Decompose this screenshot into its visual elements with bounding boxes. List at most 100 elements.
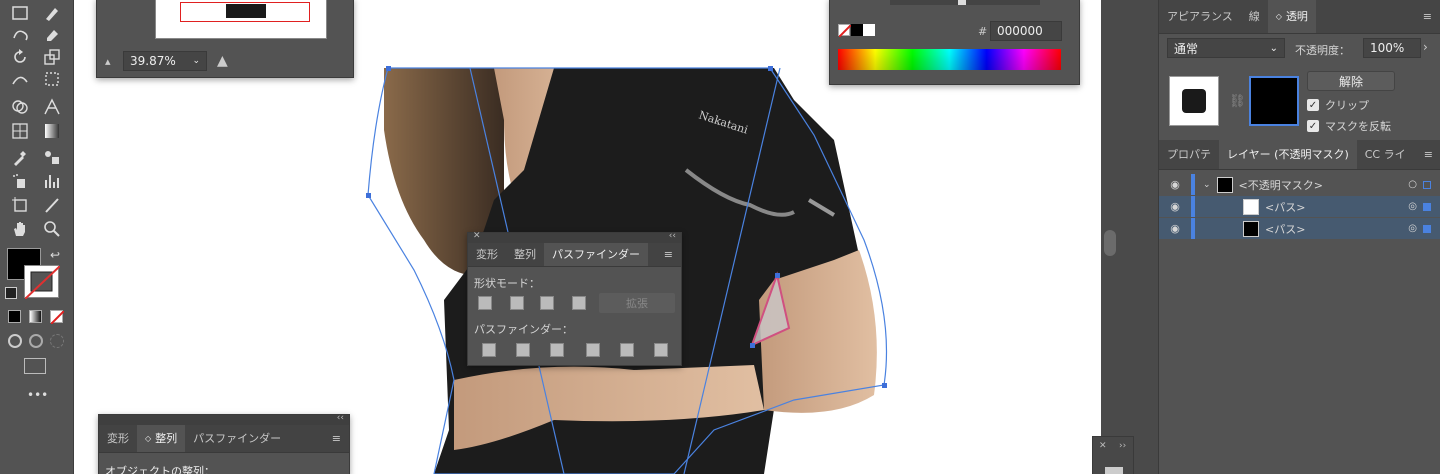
tab-layers[interactable]: レイヤー (不透明マスク)	[1219, 139, 1357, 169]
tab-properties[interactable]: プロパテ	[1159, 139, 1219, 169]
mesh-tool-icon[interactable]	[8, 120, 32, 142]
minus-front-icon[interactable]	[510, 296, 524, 310]
close-icon[interactable]: ✕	[1099, 441, 1107, 451]
zoom-tool-icon[interactable]	[40, 218, 64, 240]
draw-normal-icon[interactable]	[8, 334, 22, 348]
collapse-icon[interactable]: ‹‹	[669, 231, 676, 241]
collapse-icon[interactable]: ‹‹	[337, 413, 344, 423]
screen-mode-icon[interactable]	[24, 358, 46, 374]
tab-pathfinder[interactable]: パスファインダー	[185, 424, 289, 452]
panel-menu-icon[interactable]: ≡	[1415, 0, 1440, 33]
symbol-sprayer-tool-icon[interactable]	[8, 170, 32, 192]
intersect-icon[interactable]	[540, 296, 554, 310]
scale-tool-icon[interactable]	[40, 46, 64, 68]
exclude-icon[interactable]	[572, 296, 586, 310]
mask-thumbnail[interactable]	[1249, 76, 1299, 126]
none-mode-icon[interactable]	[50, 310, 64, 324]
outline-icon[interactable]	[620, 343, 634, 357]
target-icon[interactable]: ◎	[1408, 201, 1417, 212]
checkmark-icon[interactable]: ✓	[1307, 99, 1319, 111]
hand-tool-icon[interactable]	[8, 218, 32, 240]
eraser-tool-icon[interactable]	[40, 24, 64, 46]
clip-checkbox-row[interactable]: ✓ クリップ	[1307, 97, 1369, 113]
gradient-tool-icon[interactable]	[40, 120, 64, 142]
opacity-field[interactable]: 100%	[1363, 38, 1421, 58]
panel-menu-icon[interactable]: ≡	[324, 424, 349, 452]
release-button[interactable]: 解除	[1307, 71, 1395, 91]
paintbrush-tool-icon[interactable]	[40, 2, 64, 24]
minus-back-icon[interactable]	[654, 343, 668, 357]
eye-icon[interactable]: ◉	[1159, 200, 1191, 213]
panel-menu-icon[interactable]: ≡	[656, 242, 681, 266]
trim-icon[interactable]	[516, 343, 530, 357]
tab-transparency[interactable]: ◇ 透明	[1267, 0, 1316, 33]
tab-pathfinder[interactable]: パスファインダー	[544, 242, 648, 266]
draw-inside-icon[interactable]	[50, 334, 64, 348]
checkmark-icon[interactable]: ✓	[1307, 120, 1319, 132]
panel-icon[interactable]	[1105, 467, 1123, 474]
zoom-out-icon[interactable]: ▴	[105, 55, 111, 68]
target-icon[interactable]: ○	[1408, 179, 1417, 190]
layer-row[interactable]: ◉ <パス> ◎	[1159, 196, 1440, 217]
zoom-in-icon[interactable]: ▲	[217, 53, 228, 69]
swap-fill-stroke-icon[interactable]: ↩	[50, 248, 60, 262]
slider-handle[interactable]	[958, 0, 966, 5]
draw-behind-icon[interactable]	[29, 334, 43, 348]
none-swatch[interactable]	[838, 24, 851, 37]
graph-tool-icon[interactable]	[40, 170, 64, 192]
scrollbar-thumb[interactable]	[1104, 230, 1116, 256]
more-tools-icon[interactable]: •••	[27, 388, 48, 402]
perspective-grid-tool-icon[interactable]	[40, 96, 64, 118]
chevron-down-icon[interactable]: ⌄	[1203, 180, 1211, 190]
target-icon[interactable]: ◎	[1408, 223, 1417, 234]
tab-align[interactable]: 整列	[506, 242, 544, 266]
color-spectrum[interactable]	[838, 49, 1061, 70]
color-slider-track[interactable]	[890, 0, 1040, 5]
tab-transform[interactable]: 変形	[468, 242, 506, 266]
stroke-swatch[interactable]	[24, 265, 60, 299]
hex-field[interactable]: 000000	[990, 21, 1062, 41]
default-colors-icon[interactable]	[5, 287, 17, 299]
expand-icon[interactable]: ››	[1119, 441, 1126, 451]
artwork-thumbnail[interactable]	[1169, 76, 1219, 126]
selection-indicator[interactable]	[1423, 224, 1431, 233]
shape-builder-tool-icon[interactable]	[8, 96, 32, 118]
rotate-tool-icon[interactable]	[8, 46, 32, 68]
black-swatch[interactable]	[851, 24, 863, 36]
tab-align[interactable]: ◇ 整列	[137, 424, 186, 452]
unite-icon[interactable]	[478, 296, 492, 310]
invert-checkbox-row[interactable]: ✓ マスクを反転	[1307, 118, 1391, 134]
blend-mode-select[interactable]: 通常 ⌄	[1167, 38, 1285, 58]
merge-icon[interactable]	[550, 343, 564, 357]
crop-icon[interactable]	[586, 343, 600, 357]
panel-menu-icon[interactable]: ≡	[1416, 139, 1440, 169]
selection-indicator[interactable]	[1423, 180, 1431, 189]
color-mode-icon[interactable]	[8, 310, 21, 323]
slice-tool-icon[interactable]	[40, 194, 64, 216]
layer-row[interactable]: ◉ ⌄ <不透明マスク> ○	[1159, 174, 1440, 195]
shaper-tool-icon[interactable]	[8, 24, 32, 46]
tab-cc-libraries[interactable]: CC ライ	[1357, 139, 1414, 169]
link-icon[interactable]: ⛓	[1229, 94, 1246, 109]
tab-transform[interactable]: 変形	[99, 424, 137, 452]
artboard-tool-icon[interactable]	[8, 194, 32, 216]
tab-appearance[interactable]: アピアランス	[1159, 0, 1241, 33]
gradient-mode-icon[interactable]	[29, 310, 42, 323]
expand-button[interactable]: 拡張	[599, 293, 675, 313]
zoom-field[interactable]: 39.87% ⌄	[123, 51, 207, 71]
close-icon[interactable]: ✕	[473, 231, 481, 241]
tab-stroke[interactable]: 線	[1241, 0, 1268, 33]
eye-icon[interactable]: ◉	[1159, 178, 1191, 191]
eye-icon[interactable]: ◉	[1159, 222, 1191, 235]
eyedropper-tool-icon[interactable]	[8, 146, 32, 168]
layer-row[interactable]: ◉ <パス> ◎	[1159, 218, 1440, 239]
rectangle-tool-icon[interactable]	[8, 2, 32, 24]
width-tool-icon[interactable]	[8, 68, 32, 90]
selection-indicator[interactable]	[1423, 202, 1431, 211]
white-swatch[interactable]	[863, 24, 875, 36]
blend-tool-icon[interactable]	[40, 146, 64, 168]
opacity-stepper-icon[interactable]: ›	[1423, 40, 1428, 54]
divide-icon[interactable]	[482, 343, 496, 357]
free-transform-tool-icon[interactable]	[40, 68, 64, 90]
navigator-preview[interactable]	[155, 0, 327, 39]
